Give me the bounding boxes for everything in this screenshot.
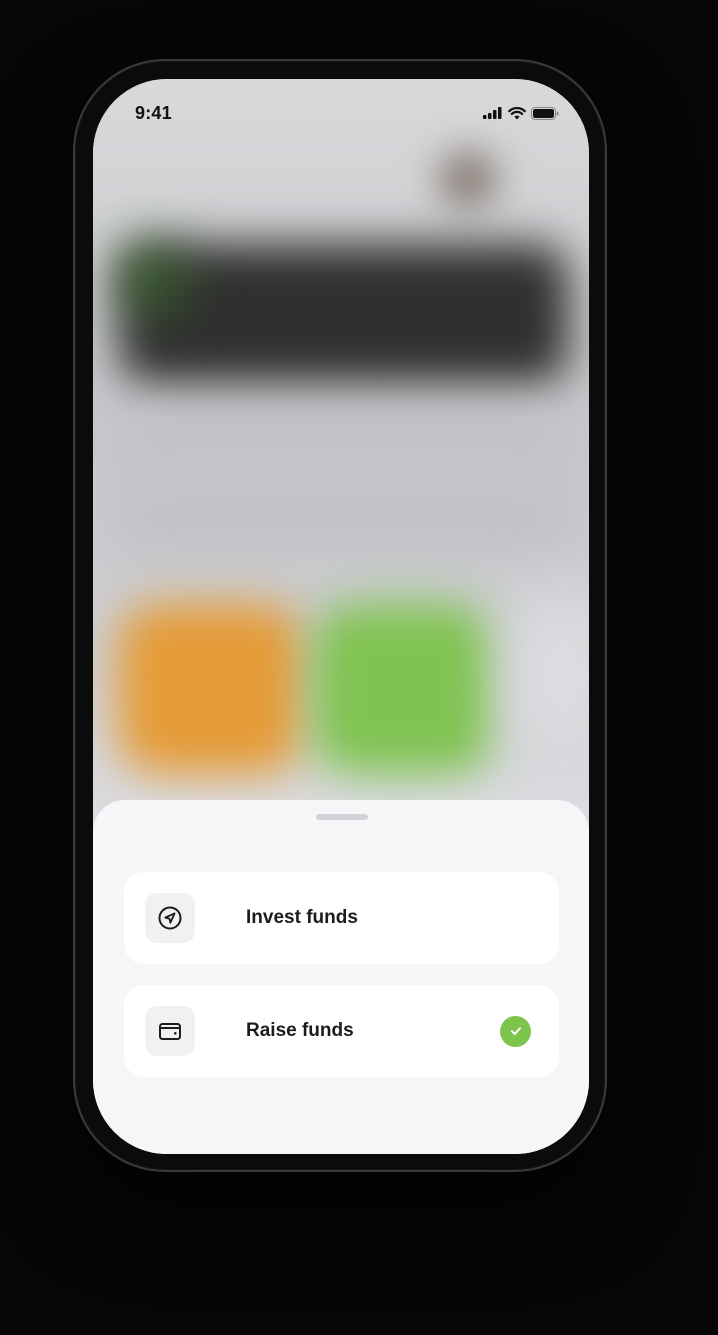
- wifi-icon: [508, 106, 526, 119]
- wallet-icon: [159, 1023, 181, 1040]
- bottom-sheet: Invest funds Raise funds: [93, 800, 589, 1154]
- send-icon: [158, 906, 182, 930]
- status-bar: 9:41: [93, 79, 589, 139]
- option-icon-box: [145, 1006, 195, 1056]
- sheet-grabber[interactable]: [316, 814, 368, 820]
- phone-screen: 9:41 Invest funds Raise funds: [93, 79, 589, 1154]
- blurred-row: [113, 419, 573, 469]
- status-icons: [483, 106, 559, 120]
- signal-icon: [483, 107, 502, 119]
- option-label: Raise funds: [246, 1020, 354, 1041]
- phone-frame: 9:41 Invest funds Raise funds: [73, 59, 607, 1172]
- option-label: Invest funds: [246, 907, 358, 928]
- option-icon-box: [145, 893, 195, 943]
- status-time: 9:41: [135, 102, 172, 123]
- blurred-card-accent: [123, 249, 183, 309]
- option-invest-funds[interactable]: Invest funds: [124, 872, 559, 964]
- blurred-row: [113, 489, 573, 549]
- blurred-green-tile: [313, 604, 493, 774]
- option-raise-funds[interactable]: Raise funds: [124, 985, 559, 1077]
- blurred-card: [119, 244, 569, 384]
- blurred-avatar: [438, 149, 498, 209]
- blurred-tile: [513, 599, 589, 739]
- battery-icon: [531, 106, 559, 120]
- stage: 9:41 Invest funds Raise funds: [0, 0, 718, 1335]
- selected-check-icon: [500, 1015, 531, 1047]
- blurred-orange-tile: [118, 604, 303, 774]
